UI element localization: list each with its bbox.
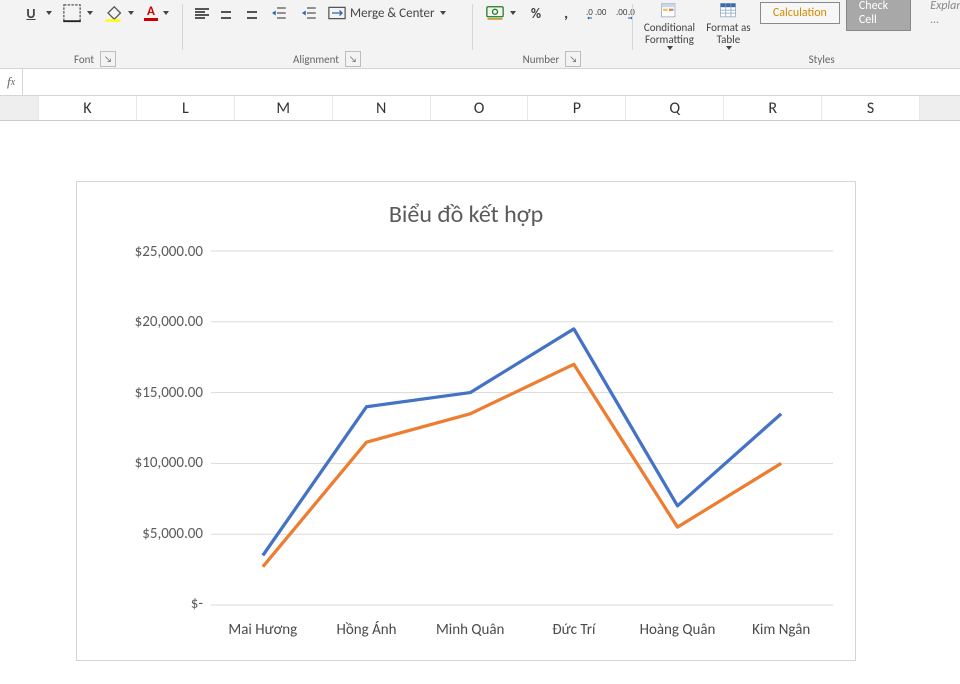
cell-style-calculation[interactable]: Calculation: [760, 2, 840, 24]
x-cat: Đức Trí: [522, 621, 626, 639]
col-header[interactable]: M: [235, 96, 333, 120]
col-header[interactable]: O: [431, 96, 529, 120]
x-cat: Mai Hương: [211, 621, 315, 639]
increase-decimal-button[interactable]: .0.00: [583, 3, 609, 23]
y-tick: $20,000.00: [99, 313, 203, 331]
col-header[interactable]: S: [822, 96, 920, 120]
styles-group-label: Styles: [809, 50, 835, 68]
align-left-button[interactable]: [192, 3, 212, 23]
align-center-button[interactable]: [216, 3, 236, 23]
group-font: U A Font ↘: [8, 2, 182, 68]
merge-center-button[interactable]: Merge & Center: [324, 3, 449, 23]
chart-object[interactable]: Biểu đồ kết hợp $25,000.00 $20,000.00 $1…: [76, 181, 856, 661]
y-tick: $10,000.00: [99, 454, 203, 472]
decrease-indent-icon: [267, 3, 287, 23]
y-axis-labels: $25,000.00 $20,000.00 $15,000.00 $10,000…: [99, 243, 211, 613]
svg-text:.00: .00: [616, 7, 628, 18]
x-cat: Hoàng Quân: [626, 621, 730, 639]
fill-color-button[interactable]: [100, 3, 137, 23]
accounting-format-button[interactable]: [482, 3, 519, 23]
chart-title[interactable]: Biểu đồ kết hợp: [99, 200, 833, 229]
ribbon: U A Font ↘: [0, 0, 960, 69]
x-axis-labels: Mai Hương Hồng Ánh Minh Quân Đức Trí Hoà…: [211, 621, 833, 639]
number-dialog-launcher[interactable]: ↘: [565, 51, 581, 67]
col-header[interactable]: N: [333, 96, 431, 120]
y-tick: $25,000.00: [99, 243, 203, 261]
formula-bar: fx: [0, 69, 960, 96]
svg-text:.0: .0: [586, 7, 593, 18]
col-header-end: [920, 96, 960, 120]
group-alignment: Merge & Center Alignment ↘: [182, 2, 472, 68]
fill-bucket-icon: [103, 3, 123, 23]
col-header-corner[interactable]: [0, 96, 39, 120]
increase-decimal-icon: .0.00: [586, 3, 606, 23]
font-group-label: Font: [74, 53, 94, 66]
x-cat: Hồng Ánh: [315, 621, 419, 639]
y-tick: $-: [99, 595, 203, 613]
conditional-formatting-icon: [657, 2, 681, 20]
merge-center-label: Merge & Center: [350, 6, 435, 21]
border-button[interactable]: [59, 3, 96, 23]
font-color-button[interactable]: A: [141, 3, 172, 23]
x-cat: Minh Quân: [418, 621, 522, 639]
alignment-group-label: Alignment: [293, 53, 339, 66]
col-header[interactable]: K: [39, 96, 137, 120]
merge-icon: [327, 3, 347, 23]
x-cat: Kim Ngân: [729, 621, 833, 639]
format-as-table-label: Format as Table: [706, 22, 750, 46]
comma-button[interactable]: ,: [553, 3, 579, 23]
formula-input[interactable]: [23, 69, 960, 95]
underline-button[interactable]: U: [18, 3, 55, 23]
number-group-label: Number: [523, 53, 560, 66]
svg-text:.00: .00: [595, 7, 606, 18]
cell-style-explanatory[interactable]: Explanatory ...: [917, 0, 960, 31]
col-header[interactable]: P: [528, 96, 626, 120]
format-as-table-icon: [716, 2, 740, 20]
col-header[interactable]: R: [724, 96, 822, 120]
conditional-formatting-button[interactable]: Conditional Formatting: [642, 2, 697, 50]
fx-icon[interactable]: fx: [0, 69, 23, 95]
increase-indent-button[interactable]: [294, 3, 320, 23]
y-tick: $15,000.00: [99, 384, 203, 402]
chart-svg: [211, 243, 833, 613]
group-number: % , .0.00 .00.0 Number↘: [472, 2, 632, 68]
alignment-dialog-launcher[interactable]: ↘: [345, 51, 361, 67]
border-icon: [62, 3, 82, 23]
decrease-indent-button[interactable]: [264, 3, 290, 23]
align-right-button[interactable]: [240, 3, 260, 23]
col-header[interactable]: Q: [626, 96, 724, 120]
group-styles: Conditional Formatting Format as Table C…: [632, 2, 960, 68]
currency-icon: [485, 3, 505, 23]
chart-plot[interactable]: [211, 243, 833, 613]
font-dialog-launcher[interactable]: ↘: [100, 51, 116, 67]
y-tick: $5,000.00: [99, 525, 203, 543]
cell-style-check-cell[interactable]: Check Cell: [846, 0, 911, 31]
col-header[interactable]: L: [137, 96, 235, 120]
column-headers: K L M N O P Q R S: [0, 96, 960, 121]
worksheet-area[interactable]: Biểu đồ kết hợp $25,000.00 $20,000.00 $1…: [0, 121, 960, 681]
increase-indent-icon: [297, 3, 317, 23]
conditional-formatting-label: Conditional Formatting: [644, 22, 695, 46]
plot-area[interactable]: $25,000.00 $20,000.00 $15,000.00 $10,000…: [99, 243, 833, 613]
percent-button[interactable]: %: [523, 3, 549, 23]
format-as-table-button[interactable]: Format as Table: [701, 2, 756, 50]
